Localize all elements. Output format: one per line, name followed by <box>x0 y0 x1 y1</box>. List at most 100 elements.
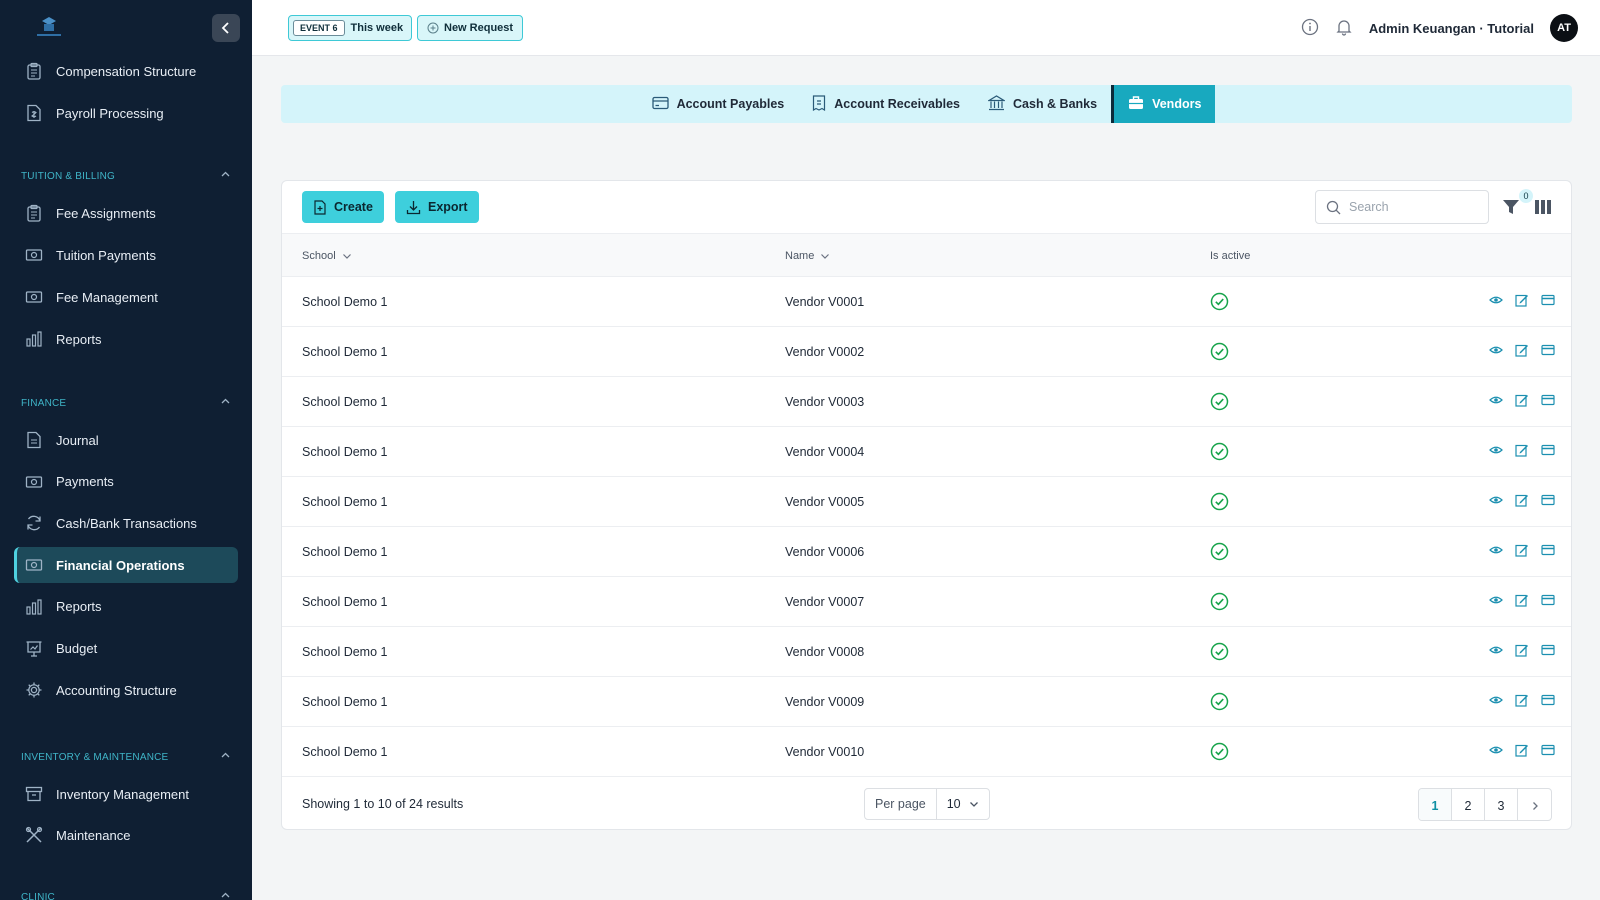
sidebar-item-maintenance[interactable]: Maintenance <box>14 817 238 853</box>
edit-icon[interactable] <box>1515 293 1529 310</box>
per-page-select[interactable]: Per page 10 <box>864 788 990 820</box>
next-page-button[interactable] <box>1518 789 1551 820</box>
tab-cash-banks[interactable]: Cash & Banks <box>974 85 1111 123</box>
create-button[interactable]: Create <box>302 191 384 223</box>
per-page-value-wrap[interactable]: 10 <box>937 789 989 819</box>
presentation-chart-icon <box>24 639 44 659</box>
credit-card-icon[interactable] <box>1541 393 1555 410</box>
eye-icon[interactable] <box>1489 543 1503 560</box>
edit-icon[interactable] <box>1515 393 1529 410</box>
eye-icon[interactable] <box>1489 443 1503 460</box>
filter-icon[interactable] <box>1502 198 1522 218</box>
table-row[interactable]: School Demo 1 Vendor V0008 <box>282 627 1571 677</box>
sidebar-section-header[interactable]: CLINIC <box>21 890 231 900</box>
eye-icon[interactable] <box>1489 693 1503 710</box>
chevron-right-icon <box>1532 801 1538 810</box>
table-row[interactable]: School Demo 1 Vendor V0004 <box>282 427 1571 477</box>
eye-icon[interactable] <box>1489 643 1503 660</box>
cell-school: School Demo 1 <box>302 394 388 409</box>
eye-icon[interactable] <box>1489 393 1503 410</box>
user-name[interactable]: Admin Keuangan · Tutorial <box>1369 21 1534 36</box>
sidebar-section-header[interactable]: INVENTORY & MAINTENANCE <box>21 750 231 764</box>
sidebar-item-reports[interactable]: Reports <box>14 321 238 357</box>
table-row[interactable]: School Demo 1 Vendor V0009 <box>282 677 1571 727</box>
event-chip[interactable]: EVENT 6 This week <box>288 15 413 41</box>
archive-box-icon <box>24 784 44 804</box>
edit-icon[interactable] <box>1515 643 1529 660</box>
columns-icon[interactable] <box>1535 199 1551 215</box>
cell-school: School Demo 1 <box>302 544 388 559</box>
eye-icon[interactable] <box>1489 743 1503 760</box>
credit-card-icon[interactable] <box>1541 543 1555 560</box>
credit-card-icon[interactable] <box>1541 343 1555 360</box>
edit-icon[interactable] <box>1515 593 1529 610</box>
chevron-up-icon[interactable] <box>220 750 231 764</box>
chevron-up-icon[interactable] <box>220 169 231 183</box>
bell-icon[interactable] <box>1335 18 1353 39</box>
avatar[interactable]: AT <box>1550 14 1578 42</box>
tab-vendors[interactable]: Vendors <box>1111 85 1216 123</box>
edit-icon[interactable] <box>1515 743 1529 760</box>
chevron-down-icon <box>821 253 830 259</box>
credit-card-icon[interactable] <box>1541 643 1555 660</box>
page-button-2[interactable]: 2 <box>1452 789 1485 820</box>
sidebar-item-accounting-structure[interactable]: Accounting Structure <box>14 672 238 708</box>
sidebar-item-payments[interactable]: Payments <box>14 464 238 500</box>
column-name-label: Name <box>785 249 815 262</box>
school-logo[interactable] <box>34 14 64 40</box>
sidebar-item-budget[interactable]: Budget <box>14 631 238 667</box>
sidebar-item-fee-management[interactable]: Fee Management <box>14 279 238 315</box>
sidebar-item-payroll-processing[interactable]: Payroll Processing <box>14 95 238 131</box>
table-row[interactable]: School Demo 1 Vendor V0007 <box>282 577 1571 627</box>
eye-icon[interactable] <box>1489 493 1503 510</box>
sidebar-item-label: Payroll Processing <box>56 105 164 121</box>
sidebar-item-journal[interactable]: Journal <box>14 422 238 458</box>
tab-account-receivables[interactable]: Account Receivables <box>798 85 974 123</box>
credit-card-icon[interactable] <box>1541 493 1555 510</box>
eye-icon[interactable] <box>1489 293 1503 310</box>
edit-icon[interactable] <box>1515 343 1529 360</box>
new-request-button[interactable]: New Request <box>417 15 524 41</box>
sidebar-item-tuition-payments[interactable]: Tuition Payments <box>14 237 238 273</box>
credit-card-icon[interactable] <box>1541 693 1555 710</box>
sidebar-item-inventory-management[interactable]: Inventory Management <box>14 776 238 812</box>
chevron-up-icon[interactable] <box>220 890 231 900</box>
chevron-up-icon[interactable] <box>220 396 231 410</box>
table-row[interactable]: School Demo 1 Vendor V0005 <box>282 477 1571 527</box>
sidebar-item-reports[interactable]: Reports <box>14 589 238 625</box>
info-icon[interactable] <box>1301 18 1319 39</box>
page-button-3[interactable]: 3 <box>1485 789 1518 820</box>
column-name[interactable]: Name <box>785 234 830 277</box>
sidebar-item-compensation-structure[interactable]: Compensation Structure <box>14 53 238 89</box>
sidebar-item-fee-assignments[interactable]: Fee Assignments <box>14 195 238 231</box>
cell-name: Vendor V0006 <box>785 544 865 559</box>
collapse-sidebar-button[interactable] <box>212 14 240 42</box>
row-actions <box>1489 677 1555 726</box>
table-row[interactable]: School Demo 1 Vendor V0003 <box>282 377 1571 427</box>
sidebar-item-cash-bank-transactions[interactable]: Cash/Bank Transactions <box>14 505 238 541</box>
table-row[interactable]: School Demo 1 Vendor V0002 <box>282 327 1571 377</box>
edit-icon[interactable] <box>1515 443 1529 460</box>
credit-card-icon[interactable] <box>1541 743 1555 760</box>
credit-card-icon[interactable] <box>1541 443 1555 460</box>
tab-account-payables[interactable]: Account Payables <box>638 85 799 123</box>
sidebar-section-header[interactable]: FINANCE <box>21 396 231 410</box>
search-box[interactable] <box>1315 190 1489 224</box>
edit-icon[interactable] <box>1515 543 1529 560</box>
credit-card-icon[interactable] <box>1541 293 1555 310</box>
eye-icon[interactable] <box>1489 593 1503 610</box>
sidebar-item-financial-operations[interactable]: Financial Operations <box>14 547 238 584</box>
sidebar-section-header[interactable]: TUITION & BILLING <box>21 169 231 183</box>
table-row[interactable]: School Demo 1 Vendor V0001 <box>282 277 1571 327</box>
page-button-1[interactable]: 1 <box>1419 789 1452 820</box>
edit-icon[interactable] <box>1515 493 1529 510</box>
search-input[interactable] <box>1349 200 1469 214</box>
export-button[interactable]: Export <box>395 191 479 223</box>
edit-icon[interactable] <box>1515 693 1529 710</box>
eye-icon[interactable] <box>1489 343 1503 360</box>
credit-card-icon[interactable] <box>1541 593 1555 610</box>
table-row[interactable]: School Demo 1 Vendor V0010 <box>282 727 1571 777</box>
column-school[interactable]: School <box>302 234 352 277</box>
row-actions <box>1489 727 1555 776</box>
table-row[interactable]: School Demo 1 Vendor V0006 <box>282 527 1571 577</box>
